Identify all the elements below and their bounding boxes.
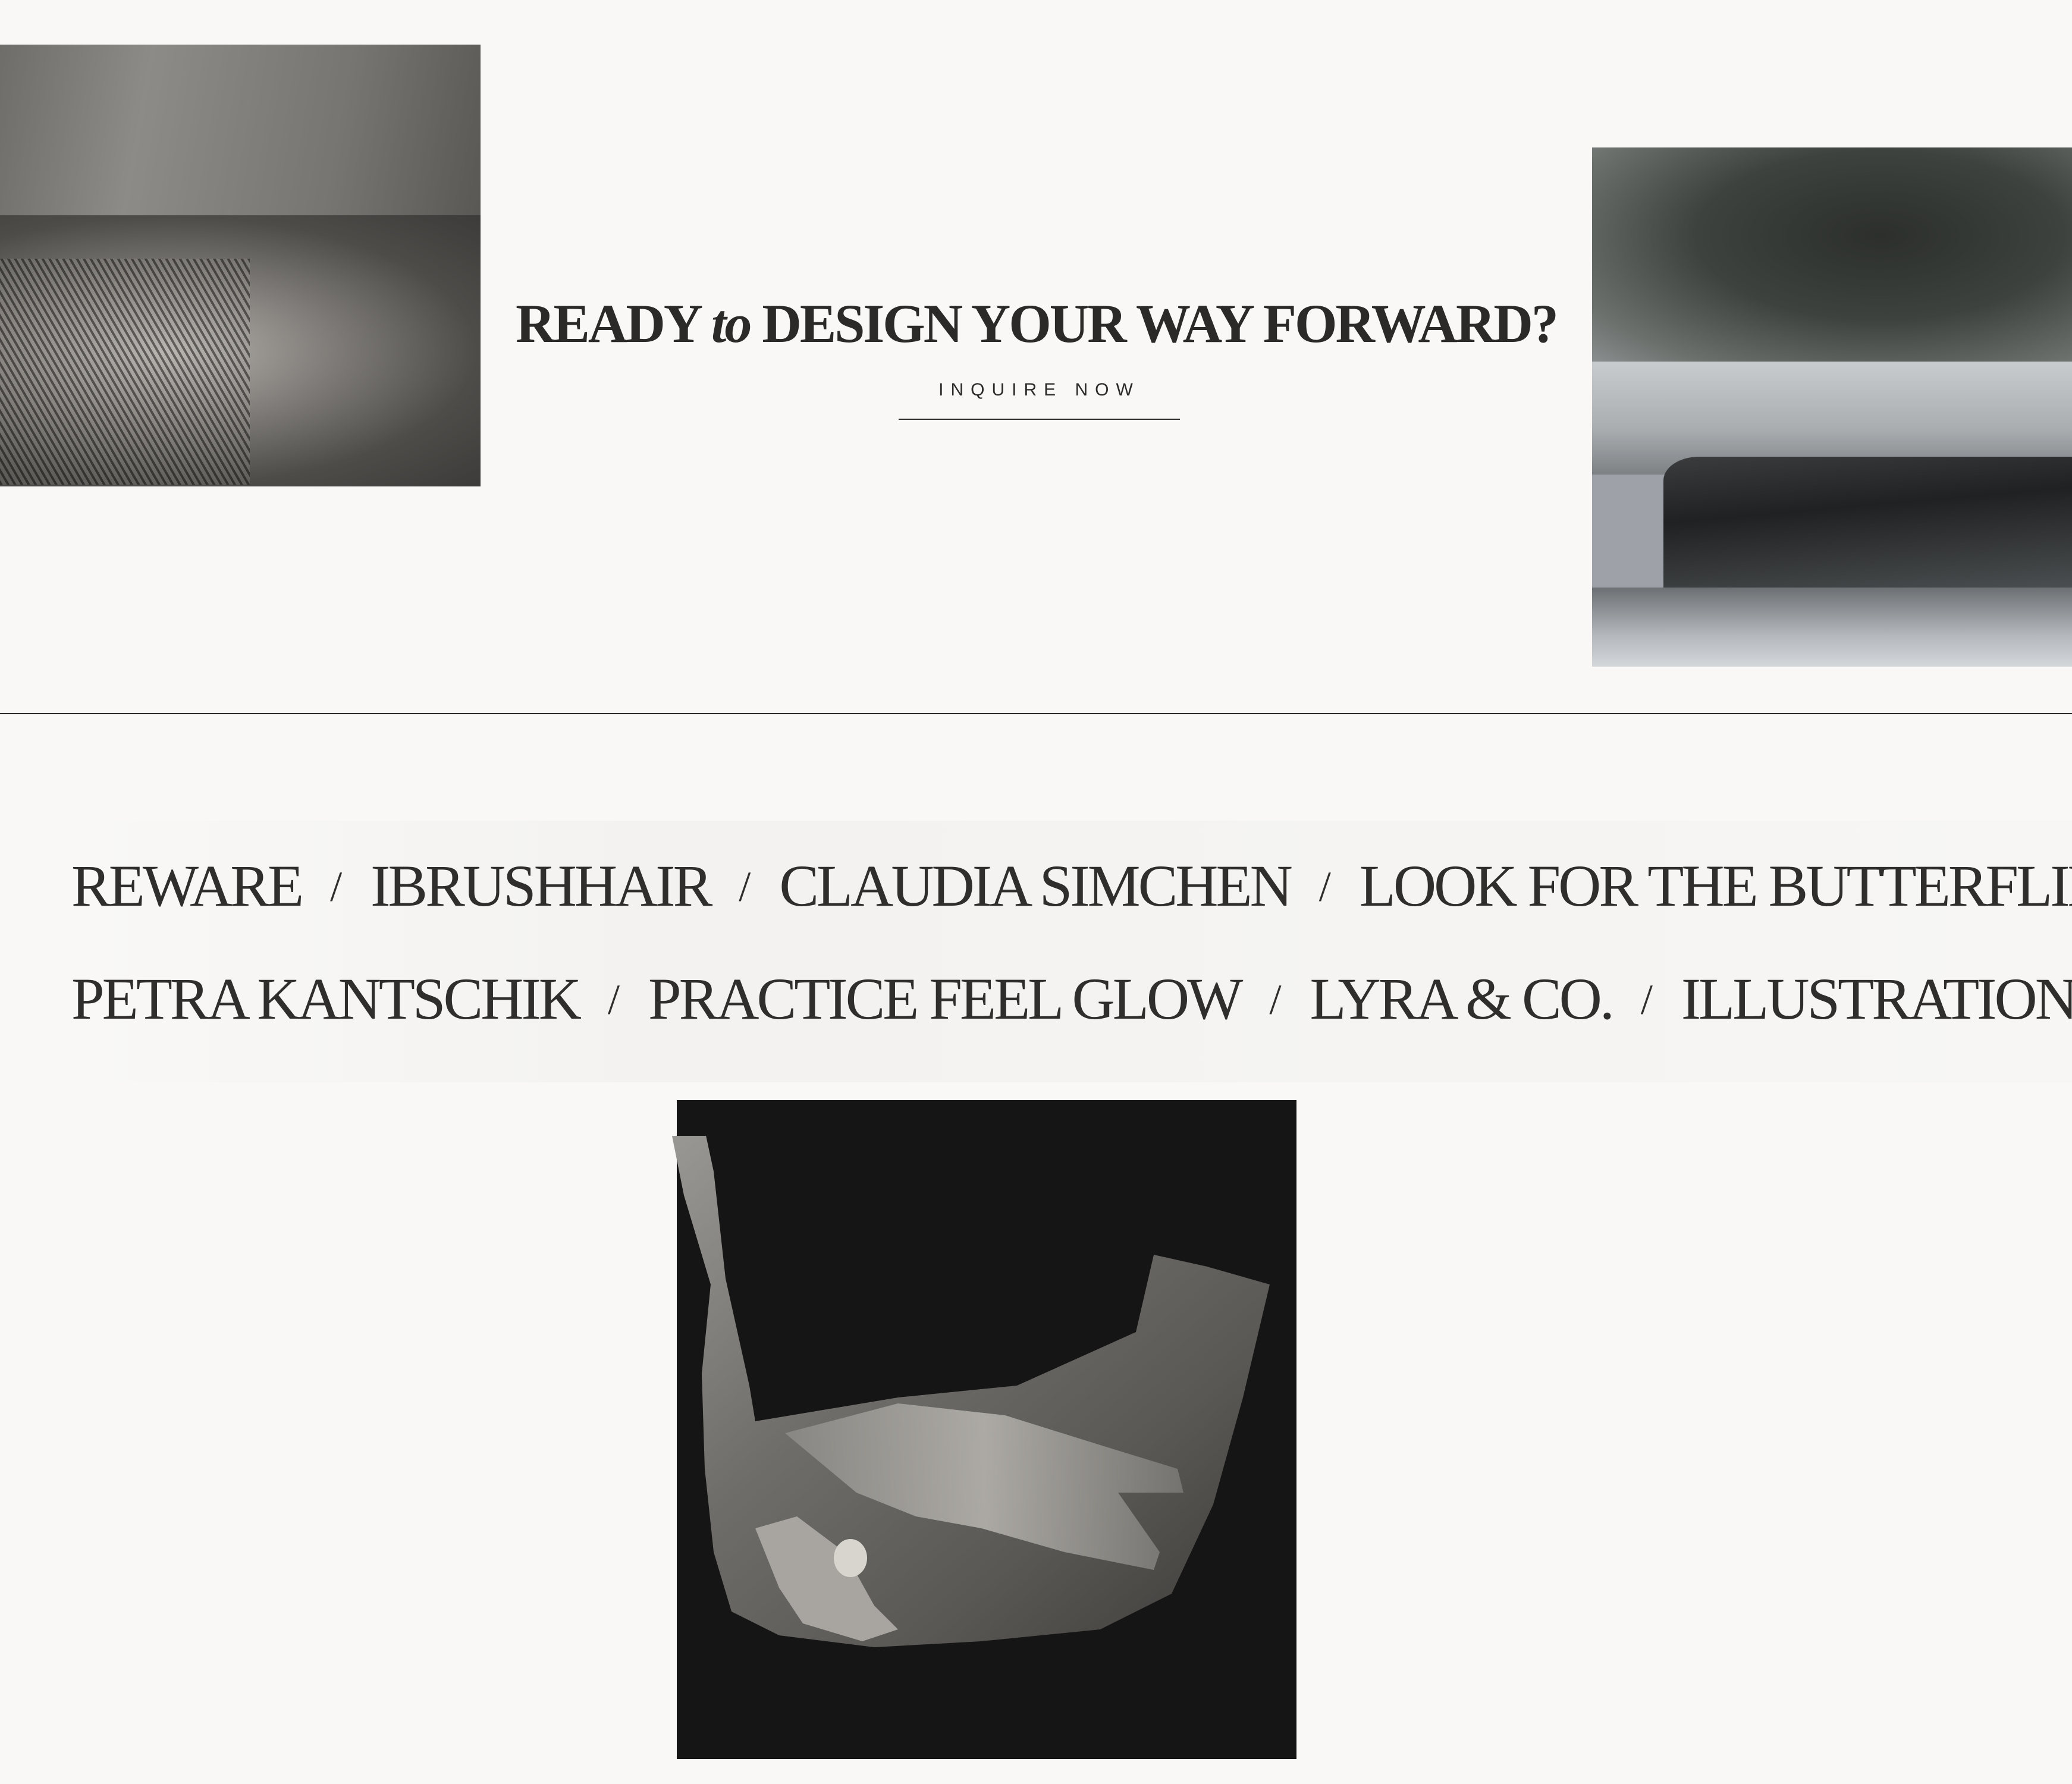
client-row-2: PETRA KANTSCHIK / PRACTICE FEEL GLOW / LYRA … (71, 969, 2072, 1029)
client-separator: / (607, 976, 620, 1023)
photo-strip-hand (0, 45, 481, 215)
ring-icon (834, 1539, 867, 1577)
client-link-practice-feel-glow[interactable]: PRACTICE FEEL GLOW (648, 966, 1243, 1032)
photo-water (1592, 588, 2072, 667)
inquire-now-button[interactable]: INQUIRE NOW (899, 378, 1180, 420)
inquiry-hero: READY to DESIGN YOUR WAY FORWARD? INQUIR… (0, 0, 2072, 714)
headline-part2: DESIGN YOUR WAY FORWARD? (750, 293, 1558, 354)
client-separator: / (330, 863, 343, 910)
client-link-petra-kantschik[interactable]: PETRA KANTSCHIK (71, 966, 582, 1032)
client-link-lyra-and-co[interactable]: LYRA & CO. (1310, 966, 1614, 1032)
photo-boats (1663, 457, 2072, 588)
client-link-illustrations[interactable]: ILLUSTRATIONS (1681, 966, 2072, 1032)
photo-trees (1592, 147, 2072, 368)
hands-collage (648, 1100, 1332, 1760)
headline-italic: to (711, 293, 752, 354)
client-separator: / (739, 863, 751, 910)
client-link-reware[interactable]: REWARE (71, 853, 304, 919)
client-list: REWARE / IBRUSHHAIR / CLAUDIA SIMCHEN / LOOK F… (71, 821, 2072, 1082)
client-row-1: REWARE / IBRUSHHAIR / CLAUDIA SIMCHEN / LOOK F… (71, 856, 2072, 916)
photo-harbor-boats (1592, 147, 2072, 667)
client-link-claudia-simchen[interactable]: CLAUDIA SIMCHEN (779, 853, 1292, 919)
photo-hair-texture (0, 259, 250, 485)
headline-part1: READY (516, 293, 711, 354)
client-link-look-for-the-butterflies[interactable]: LOOK FOR THE BUTTERFLIES (1360, 853, 2072, 919)
section-divider (0, 713, 2072, 714)
collage-arms-image (672, 1136, 1270, 1647)
client-link-ibrushhair[interactable]: IBRUSHHAIR (371, 853, 712, 919)
photo-hand-hair-collage (0, 45, 481, 486)
collage-upper-arm (672, 1136, 1270, 1647)
headline: READY to DESIGN YOUR WAY FORWARD? (481, 296, 1592, 351)
client-separator: / (1318, 863, 1331, 910)
client-separator: / (1269, 976, 1282, 1023)
client-separator: / (1640, 976, 1653, 1023)
